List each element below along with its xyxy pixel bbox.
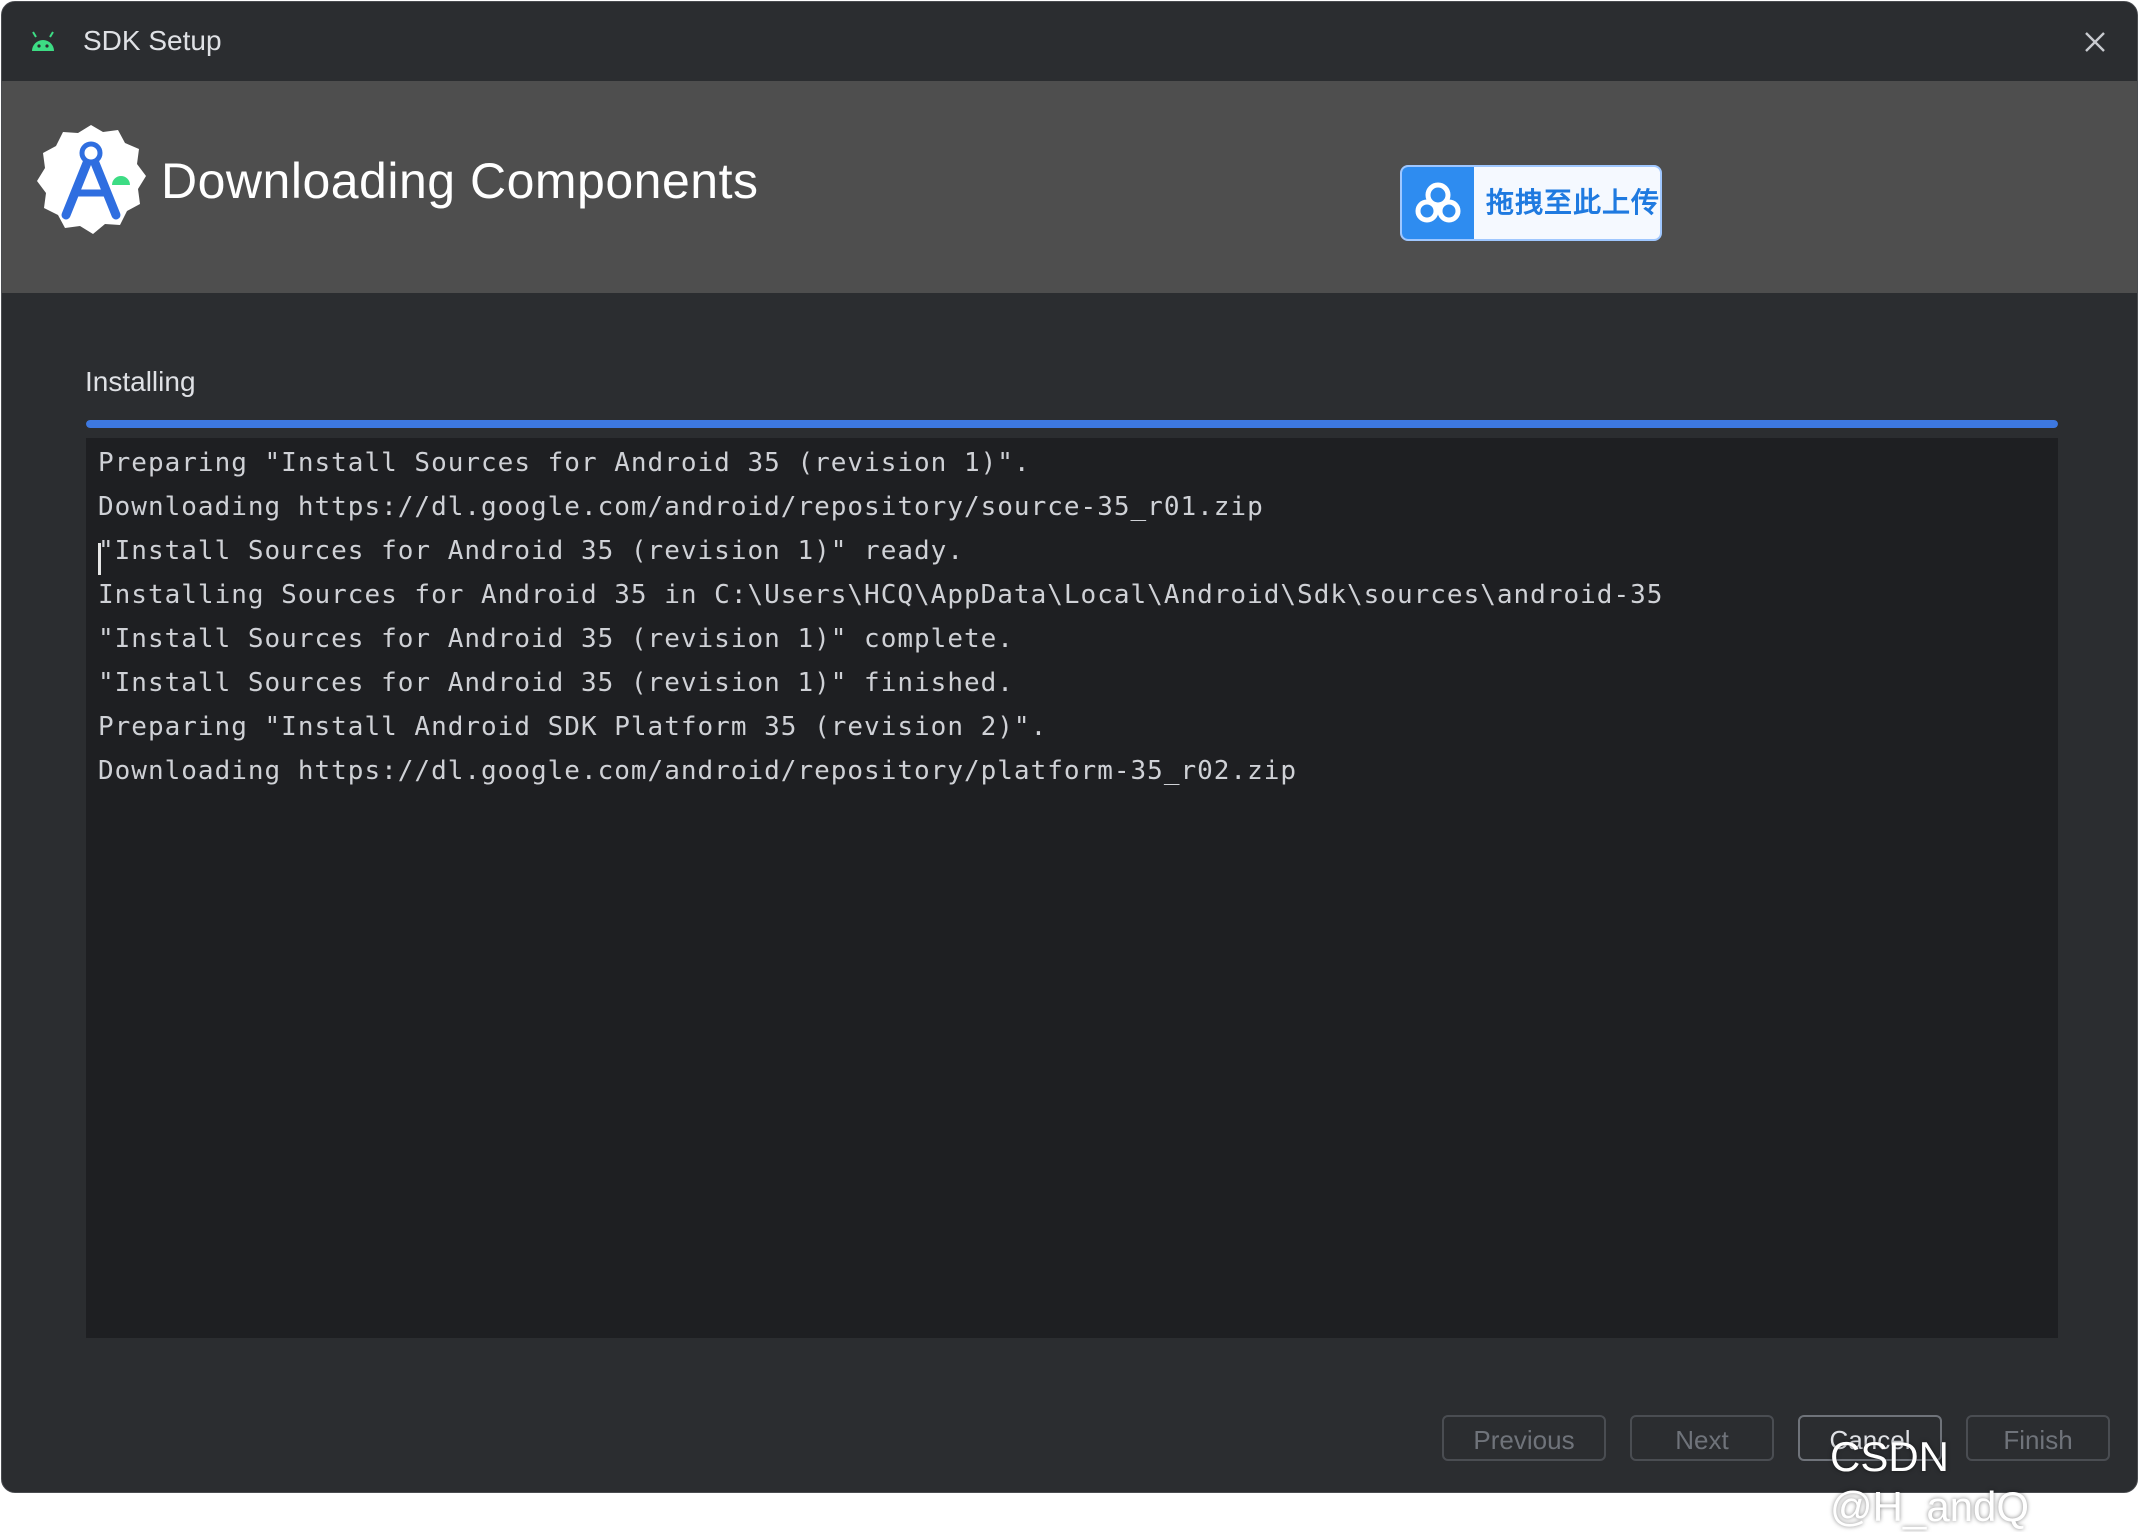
previous-button[interactable]: Previous <box>1442 1415 1606 1461</box>
console-line: "Install Sources for Android 35 (revisio… <box>98 624 1014 654</box>
android-icon <box>32 31 54 51</box>
console-line: "Install Sources for Android 35 (revisio… <box>98 536 964 566</box>
console-line: "Install Sources for Android 35 (revisio… <box>98 668 1014 698</box>
installing-label: Installing <box>85 366 196 397</box>
android-studio-logo <box>37 125 146 234</box>
sdk-setup-window: SDK Setup Downloading Components 拖拽至此上传 … <box>1 1 2138 1493</box>
console-line: Preparing "Install Android SDK Platform … <box>98 712 1048 742</box>
window-title: SDK Setup <box>83 25 222 56</box>
console-line: Preparing "Install Sources for Android 3… <box>98 448 1031 478</box>
wizard-header: Downloading Components 拖拽至此上传 <box>2 81 2137 293</box>
watermark: CSDN @H_andQ <box>1830 1433 2030 1530</box>
page-title: Downloading Components <box>161 153 759 209</box>
console-line: Installing Sources for Android 35 in C:\… <box>98 580 1664 610</box>
console-line: Downloading https://dl.google.com/androi… <box>98 756 1298 786</box>
cloud-upload-icon <box>1402 167 1474 239</box>
upload-label: 拖拽至此上传 <box>1486 187 1661 218</box>
progress-bar <box>86 420 2058 428</box>
next-button[interactable]: Next <box>1630 1415 1774 1461</box>
console-line: Downloading https://dl.google.com/androi… <box>98 492 1264 522</box>
install-log-console[interactable]: Preparing "Install Sources for Android 3… <box>86 438 2058 1338</box>
progress-bar-fill <box>86 420 2058 428</box>
title-bar: SDK Setup <box>2 2 2137 81</box>
close-icon[interactable] <box>2077 24 2113 60</box>
drag-upload-button[interactable]: 拖拽至此上传 <box>1400 165 1662 241</box>
